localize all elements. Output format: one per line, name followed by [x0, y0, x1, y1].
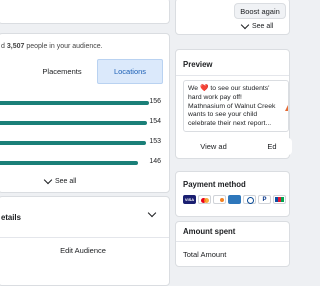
tab-locations[interactable]: Locations	[97, 59, 163, 84]
paypal-icon: P	[258, 195, 271, 204]
divider	[0, 237, 169, 238]
preview-card: Preview We ❤️ to see our students' hard …	[175, 49, 292, 159]
edit-ad-button[interactable]: Ed	[252, 138, 292, 155]
details-card: etails Edit Audience	[0, 196, 170, 286]
location-bar	[0, 121, 147, 125]
location-bar	[0, 161, 138, 165]
visa-icon: VISA	[183, 195, 196, 204]
location-bar-value: 146	[149, 158, 161, 165]
details-expand-toggle[interactable]	[147, 208, 157, 221]
amount-spent-title: Amount spent	[183, 227, 236, 236]
tab-placements[interactable]: Placements	[27, 59, 97, 84]
preview-title: Preview	[183, 60, 213, 69]
location-bar-value: 154	[149, 118, 161, 125]
location-bar-value: 153	[149, 138, 161, 145]
boost-again-button[interactable]: Boost again	[234, 3, 286, 19]
location-bar-row: 156	[0, 95, 164, 109]
location-bars: 156 154 153 146	[0, 95, 164, 175]
details-title: etails	[1, 213, 21, 222]
location-bar-row: 146	[0, 155, 164, 169]
ad-preview-box[interactable]: We ❤️ to see our students' hard work pay…	[183, 80, 289, 132]
diners-icon	[243, 195, 256, 204]
divider	[176, 241, 289, 242]
chevron-down-icon	[240, 20, 250, 30]
discover-icon	[213, 195, 226, 204]
total-amount-label: Total Amount	[183, 250, 227, 259]
audience-breakdown-card: d 3,507 people in your audience. Placeme…	[0, 33, 170, 193]
location-bar	[0, 101, 149, 105]
divider	[176, 75, 289, 76]
location-bar-row: 154	[0, 115, 164, 129]
see-all-button-left[interactable]: See all	[43, 175, 76, 185]
heart-icon: ❤️	[199, 85, 209, 92]
payment-method-card: Payment method	[175, 171, 290, 217]
audience-summary: d 3,507 people in your audience.	[1, 43, 103, 50]
chevron-down-icon	[43, 175, 53, 185]
view-ad-button[interactable]: View ad	[180, 138, 247, 155]
chevron-down-icon	[147, 208, 157, 218]
edit-audience-button[interactable]: Edit Audience	[3, 241, 163, 259]
see-all-button-right[interactable]: See all	[240, 20, 273, 30]
mastercard-icon	[198, 195, 211, 204]
boost-card: Boost again See all	[175, 0, 290, 35]
location-bar-value: 156	[149, 98, 161, 105]
location-bar-row: 153	[0, 135, 164, 149]
payment-method-title: Payment method	[183, 180, 246, 189]
audience-card	[0, 0, 170, 24]
ad-preview-text: We ❤️ to see our students' hard work pay…	[188, 85, 276, 128]
jcb-icon	[273, 195, 286, 204]
location-bar	[0, 141, 146, 145]
amex-icon	[228, 195, 241, 204]
amount-spent-card: Amount spent Total Amount	[175, 221, 290, 267]
warning-icon	[285, 103, 288, 111]
